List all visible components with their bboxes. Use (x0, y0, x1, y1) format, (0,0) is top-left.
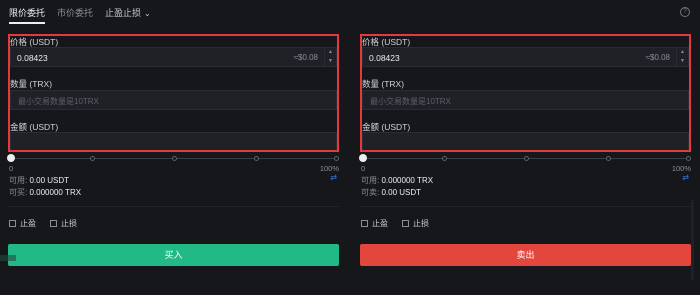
quantity-placeholder: 最小交易数量是10TRX (18, 97, 99, 106)
tab-label: 止盈止损 (105, 7, 142, 18)
tab-market-order[interactable]: 市价委托 (57, 6, 93, 19)
slider-handle[interactable] (359, 154, 367, 162)
amount-slider[interactable] (7, 154, 339, 163)
tab-label: 限价委托 (9, 7, 46, 18)
slider-mark[interactable] (686, 156, 691, 161)
max-sell-value: 0.00 USDT (381, 188, 422, 197)
available-value: 0.00 USDT (29, 176, 70, 185)
stop-loss-option[interactable]: 止损 (50, 218, 77, 229)
quantity-label: 数量 (TRX) (362, 79, 405, 89)
max-sell: 可卖: 0.00 USDT (361, 187, 421, 198)
price-approx: ≈$0.08 (645, 53, 670, 62)
decorative-glow (0, 255, 16, 261)
quantity-placeholder: 最小交易数量是10TRX (370, 97, 451, 106)
stop-loss-checkbox[interactable] (402, 220, 409, 227)
swap-icon[interactable]: ⇄ (330, 173, 337, 182)
price-stepper[interactable]: ▲ ▼ (676, 48, 688, 66)
slider-handle[interactable] (7, 154, 15, 162)
slider-min-label: 0 (361, 164, 366, 173)
max-sell-label: 可卖: (361, 188, 380, 197)
max-buy-label: 可买: (9, 188, 28, 197)
price-value: 0.08423 (17, 53, 48, 63)
stepper-up-icon[interactable]: ▲ (677, 48, 688, 57)
slider-mark[interactable] (172, 156, 177, 161)
available-label: 可用: (9, 176, 28, 185)
price-input[interactable]: 0.08423 ≈$0.08 ▲ ▼ (10, 47, 337, 67)
take-profit-checkbox[interactable] (9, 220, 16, 227)
price-approx: ≈$0.08 (293, 53, 318, 62)
slider-max-label: 100% (671, 164, 691, 173)
divider (8, 206, 339, 207)
stepper-down-icon[interactable]: ▼ (677, 57, 688, 66)
total-input[interactable] (362, 132, 689, 152)
available-balance: 可用: 0.00 USDT (9, 175, 69, 186)
available-label: 可用: (361, 176, 380, 185)
total-input[interactable] (10, 132, 337, 152)
amount-slider[interactable] (359, 154, 691, 163)
price-value: 0.08423 (369, 53, 400, 63)
quantity-input[interactable]: 最小交易数量是10TRX (362, 90, 689, 110)
tab-stop-order[interactable]: 止盈止损 ⌄ (105, 6, 151, 19)
slider-max-label: 100% (319, 164, 339, 173)
max-buy: 可买: 0.000000 TRX (9, 187, 81, 198)
chevron-down-icon: ⌄ (144, 8, 151, 18)
slider-min-label: 0 (9, 164, 14, 173)
slider-mark[interactable] (254, 156, 259, 161)
buy-button[interactable]: 买入 (8, 244, 339, 266)
price-input[interactable]: 0.08423 ≈$0.08 ▲ ▼ (362, 47, 689, 67)
max-buy-value: 0.000000 TRX (29, 188, 82, 197)
take-profit-label: 止盈 (20, 219, 36, 228)
available-value: 0.000000 TRX (381, 176, 434, 185)
available-balance: 可用: 0.000000 TRX (361, 175, 433, 186)
tab-label: 市价委托 (57, 7, 94, 18)
take-profit-option[interactable]: 止盈 (9, 218, 36, 229)
sell-button[interactable]: 卖出 (360, 244, 691, 266)
take-profit-label: 止盈 (372, 219, 388, 228)
quantity-input[interactable]: 最小交易数量是10TRX (10, 90, 337, 110)
quantity-label: 数量 (TRX) (10, 79, 53, 89)
stepper-up-icon[interactable]: ▲ (325, 48, 336, 57)
divider (360, 206, 691, 207)
order-type-tabs: 限价委托 市价委托 止盈止损 ⌄ ? (0, 0, 700, 24)
tab-limit-order[interactable]: 限价委托 (9, 6, 46, 24)
slider-mark[interactable] (334, 156, 339, 161)
stop-loss-label: 止损 (61, 219, 77, 228)
slider-mark[interactable] (442, 156, 447, 161)
slider-mark[interactable] (606, 156, 611, 161)
price-stepper[interactable]: ▲ ▼ (324, 48, 336, 66)
stepper-down-icon[interactable]: ▼ (325, 57, 336, 66)
tpsl-options: 止盈 止损 (9, 218, 91, 229)
help-icon[interactable]: ? (680, 7, 690, 17)
take-profit-option[interactable]: 止盈 (361, 218, 388, 229)
stop-loss-option[interactable]: 止损 (402, 218, 429, 229)
swap-icon[interactable]: ⇄ (682, 173, 689, 182)
scrollbar[interactable] (691, 200, 694, 280)
tpsl-options: 止盈 止损 (361, 218, 443, 229)
stop-loss-checkbox[interactable] (50, 220, 57, 227)
stop-loss-label: 止损 (413, 219, 429, 228)
slider-mark[interactable] (524, 156, 529, 161)
slider-mark[interactable] (90, 156, 95, 161)
take-profit-checkbox[interactable] (361, 220, 368, 227)
